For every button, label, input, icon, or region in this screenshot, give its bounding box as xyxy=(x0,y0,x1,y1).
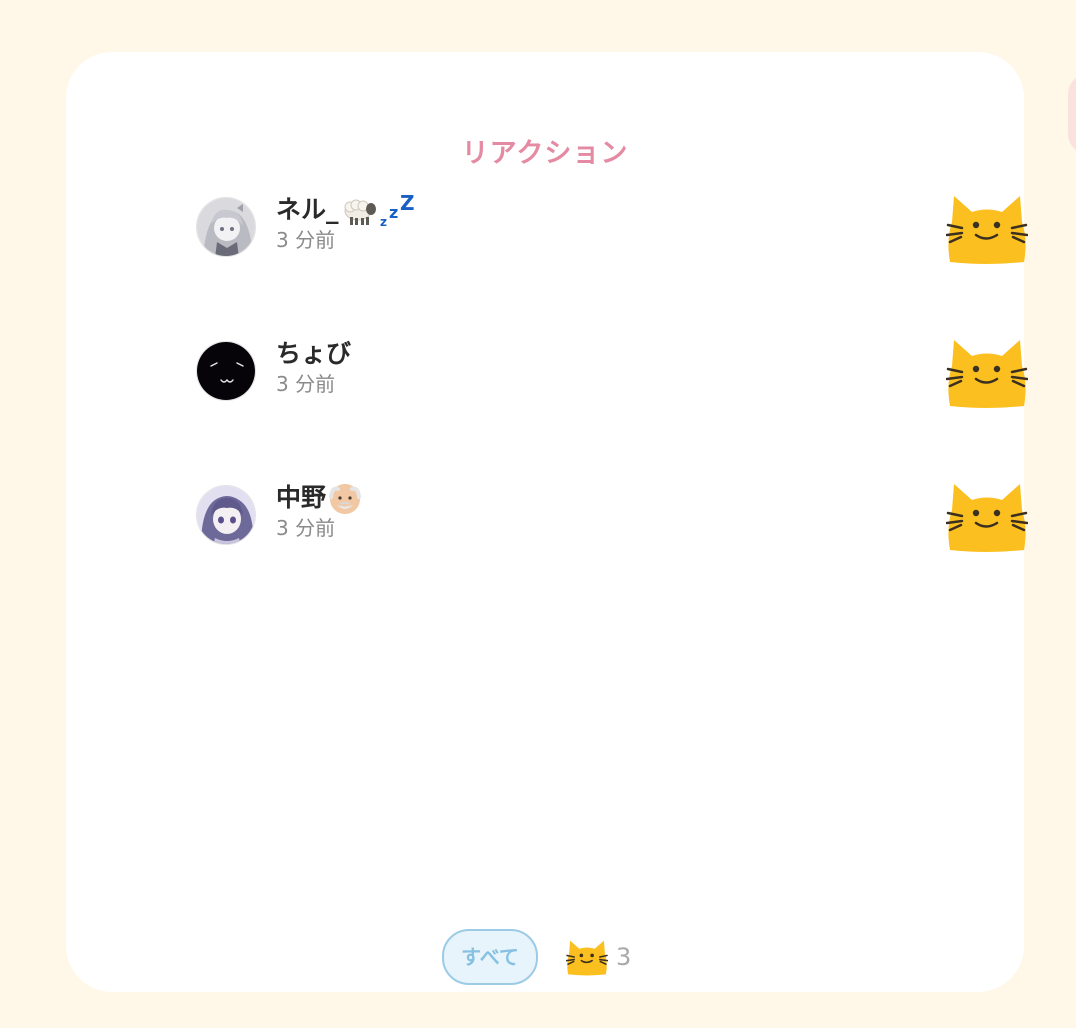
avatar[interactable] xyxy=(196,485,256,545)
svg-text:z: z xyxy=(380,215,387,228)
zzz-emoji: z z Z xyxy=(380,194,415,228)
reaction-time: 3 分前 xyxy=(276,228,336,252)
black-face-avatar xyxy=(197,342,255,400)
svg-text:Z: Z xyxy=(400,194,415,215)
reaction-time: 3 分前 xyxy=(276,372,336,396)
blobcat-emoji xyxy=(946,340,1028,408)
avatar[interactable] xyxy=(196,341,256,401)
edge-tab[interactable] xyxy=(1068,74,1076,154)
blobcat-emoji xyxy=(946,196,1028,264)
reaction-time: 3 分前 xyxy=(276,516,336,540)
anime-girl-purple-avatar xyxy=(197,486,255,544)
user-name-text: ちょび xyxy=(276,339,352,368)
user-name-text: 中野 xyxy=(276,483,327,512)
blobcat-emoji xyxy=(946,484,1028,552)
blobcat-emoji xyxy=(566,940,608,976)
tab-all[interactable]: すべて xyxy=(442,929,538,985)
reaction-count: 3 xyxy=(616,943,632,971)
anime-girl-gray-avatar xyxy=(197,198,255,256)
sheep-emoji xyxy=(344,199,376,225)
reaction-row[interactable]: ネル_ z z Z 3 分前 xyxy=(196,192,1028,272)
avatar[interactable] xyxy=(196,197,256,257)
modal-title: リアクション xyxy=(461,138,629,169)
user-name: ちょび xyxy=(276,338,351,370)
reaction-filter-tabs: すべて 3 xyxy=(442,929,662,985)
reaction-row[interactable]: 中野 3 分前 xyxy=(196,480,1028,560)
user-name: ネル_ z z Z xyxy=(276,194,415,228)
tab-blobcat[interactable]: 3 xyxy=(566,937,646,977)
old-man-emoji xyxy=(329,484,362,514)
reaction-row[interactable]: ちょび 3 分前 xyxy=(196,336,1028,416)
reactions-modal: リアクション ネル_ z z Z 3 分前 ちょび 3 分前 中野 3 分前 す… xyxy=(66,52,1028,992)
user-name: 中野 xyxy=(276,482,362,515)
svg-text:z: z xyxy=(389,203,398,222)
user-name-text: ネル_ xyxy=(276,195,339,224)
